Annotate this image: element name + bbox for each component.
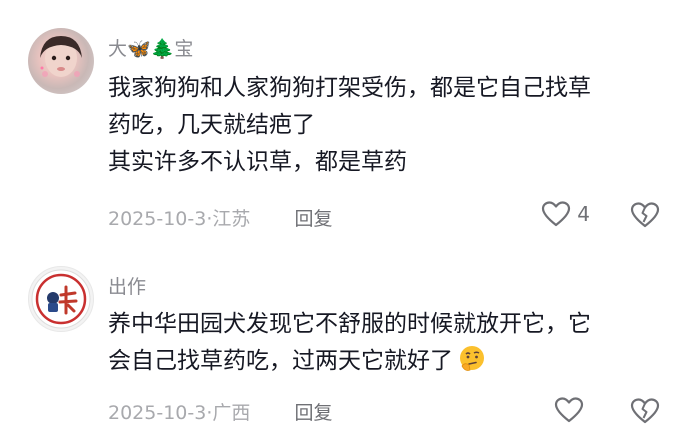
thinking-face-emoji [460,346,484,371]
username[interactable]: 出作 [108,272,146,299]
comment-text: 养中华田园犬发现它不舒服的时候就放开它，它 会自己找草药吃，过两天它就好了 [108,306,668,380]
dislike-button[interactable] [630,201,660,233]
broken-heart-icon [630,202,660,228]
avatar[interactable] [28,28,94,94]
like-count: 4 [577,202,590,226]
comment-meta: 2025-10-3·广西 回复 [108,398,332,425]
heart-outline-icon [542,201,571,227]
comment-date: 2025-10-3 [108,208,207,230]
comment-location: 广西 [212,402,251,424]
heart-outline-icon [554,397,584,423]
comment-date: 2025-10-3 [108,402,207,424]
comment-line: 药吃，几天就结疤了 [108,112,315,138]
like-button[interactable]: 4 [541,200,590,228]
dislike-button[interactable] [630,397,660,429]
comment-location: 江苏 [212,208,251,230]
like-button[interactable] [554,396,590,424]
comment-text: 我家狗狗和人家狗狗打架受伤，都是它自己找草 药吃，几天就结疤了 其实许多不认识草… [108,70,668,181]
avatar[interactable] [28,266,94,332]
comment-meta: 2025-10-3·江苏 回复 [108,204,332,231]
avatar-logo-icon [31,269,91,329]
reply-button[interactable]: 回复 [294,402,332,424]
broken-heart-icon [630,398,660,424]
comment-line: 养中华田园犬发现它不舒服的时候就放开它，它 [108,311,591,337]
comment-line: 会自己找草药吃，过两天它就好了 [108,348,453,374]
avatar-portrait-icon [40,36,82,77]
comment-line: 其实许多不认识草，都是草药 [108,149,407,175]
reply-button[interactable]: 回复 [294,208,332,230]
username[interactable]: 大🦋🌲宝 [108,34,193,61]
comment-line: 我家狗狗和人家狗狗打架受伤，都是它自己找草 [108,75,591,101]
